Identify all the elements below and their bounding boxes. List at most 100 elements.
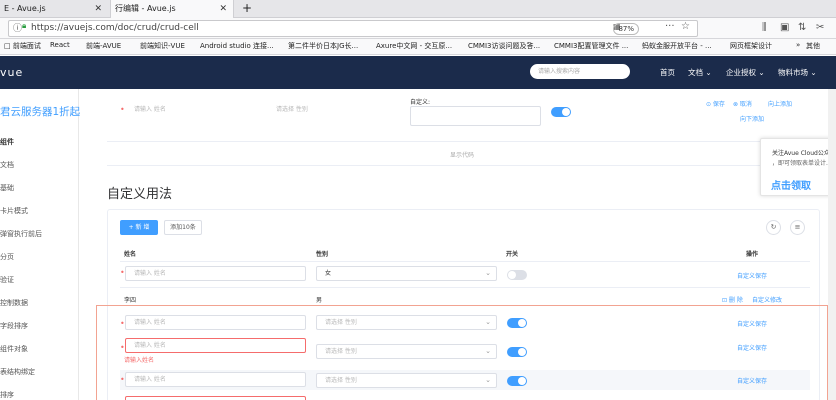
custom-save-link[interactable]: 自定义保存 — [737, 376, 767, 385]
required-star: • — [120, 319, 125, 328]
bookmark-item[interactable]: React — [50, 41, 70, 49]
url-text: https://avuejs.com/doc/crud/crud-cell — [31, 23, 199, 33]
sex-cell: 男 — [316, 297, 323, 304]
nav-item-market[interactable]: 物料市场 ⌄ — [778, 67, 817, 78]
sync-icon[interactable]: ⇅ — [798, 22, 806, 33]
bookmark-item[interactable]: Android studio 连接... — [200, 41, 274, 51]
name-cell: 李四 — [124, 297, 137, 304]
nav-item-home[interactable]: 首页 — [660, 67, 675, 78]
switch-toggle[interactable] — [507, 270, 527, 280]
sidebar-item[interactable]: 弹窗执行前后 — [0, 229, 42, 239]
sidebar-item[interactable]: 控制数据 — [0, 298, 28, 308]
add-button[interactable]: + 新 增 — [120, 220, 158, 235]
sidebar-item[interactable]: 组件对象 — [0, 344, 28, 354]
required-star: • — [120, 268, 125, 277]
zoom-level[interactable]: 87% — [613, 23, 639, 35]
custom-save-link[interactable]: 自定义保存 — [737, 271, 767, 280]
refresh-icon[interactable]: ↻ — [766, 220, 781, 235]
bookmark-item[interactable]: 网页框架设计 — [730, 41, 772, 51]
delete-link[interactable]: ⊡ 删 除 — [722, 295, 743, 304]
browser-tab-avue[interactable]: E - Avue.js ✕ — [0, 0, 108, 18]
address-bar[interactable]: ⓘ 🔒︎ https://avuejs.com/doc/crud/crud-ce… — [8, 20, 698, 37]
bookmark-item[interactable]: 前端-AVUE — [86, 41, 121, 51]
close-icon[interactable]: ✕ — [219, 0, 227, 18]
sidebar-item[interactable]: 卡片模式 — [0, 206, 28, 216]
bookmark-item[interactable]: CMMI3配置管理文件 ... — [554, 41, 628, 51]
required-star: • — [120, 343, 125, 352]
header-switch: 开关 — [506, 251, 519, 258]
sex-select[interactable]: 请选择 性别 — [268, 103, 398, 118]
bookmark-item[interactable]: 其他 — [806, 41, 820, 51]
sex-select[interactable]: 请选择 性别 ⌄ — [316, 315, 497, 330]
name-input[interactable] — [125, 396, 306, 400]
bookmark-item[interactable]: CMMI3访谈问题及答... — [468, 41, 540, 51]
bookmarks-bar: □ 前端面试 React 前端-AVUE 前端知识-VUE Android st… — [0, 39, 836, 55]
sidebar-section-title: 组件 — [0, 138, 14, 146]
custom-label: 自定义: — [410, 99, 431, 106]
bookmark-overflow-icon[interactable]: » — [796, 41, 800, 49]
cancel-link[interactable]: ⊗ 取消 — [733, 99, 752, 108]
name-input[interactable]: 请输入 姓名 — [125, 338, 306, 353]
switch-toggle[interactable] — [507, 347, 527, 357]
custom-save-link[interactable]: 自定义保存 — [737, 319, 767, 328]
sidebar-item[interactable]: 字段排序 — [0, 321, 28, 331]
site-logo[interactable]: vue — [0, 66, 23, 79]
bookmark-item[interactable]: □ 前端面试 — [4, 41, 41, 51]
sidebar-item[interactable]: 验证 — [0, 275, 14, 285]
browser-tab-active[interactable]: 行编辑 - Avue.js ✕ — [110, 0, 234, 18]
section-title: 自定义用法 — [107, 187, 173, 202]
sidebar-item[interactable]: 排序 — [0, 390, 14, 400]
more-icon[interactable]: ··· — [665, 21, 675, 32]
sidebar-item[interactable]: 分页 — [0, 252, 14, 262]
sex-placeholder: 请选择 性别 — [325, 319, 357, 326]
main-content: • 请输入 姓名 请选择 性别 自定义: ⊙ 保存 ⊗ 取消 向上添加 向下添加… — [80, 89, 836, 400]
insert-below-link[interactable]: 向下添加 — [740, 114, 764, 123]
scrollbar[interactable] — [828, 89, 836, 400]
name-input[interactable]: 请输入 姓名 — [126, 103, 256, 118]
chevron-down-icon: ⌄ — [485, 347, 491, 355]
sidebar-item[interactable]: 表结构绑定 — [0, 367, 35, 377]
sidebar-item[interactable]: 基础 — [0, 183, 14, 193]
switch-toggle[interactable] — [507, 376, 527, 386]
bookmark-item[interactable]: 第二件半价日本JG长... — [288, 41, 358, 51]
name-input[interactable]: 请输入 姓名 — [125, 372, 306, 387]
name-input[interactable]: 请输入 姓名 — [125, 315, 306, 330]
required-star: • — [120, 105, 125, 114]
bookmark-star-icon[interactable]: ☆ — [681, 21, 690, 32]
row-divider — [120, 287, 810, 288]
custom-save-link[interactable]: 自定义保存 — [737, 343, 767, 352]
sidebar-icon[interactable]: ▣ — [780, 22, 789, 33]
new-tab-icon[interactable]: + — [238, 0, 252, 17]
header-actions: 操作 — [746, 251, 759, 258]
settings-icon[interactable]: ≡ — [790, 220, 805, 235]
sex-select[interactable]: 女 ⌄ — [316, 266, 497, 281]
switch-toggle[interactable] — [551, 107, 571, 117]
sex-select[interactable]: 请选择 性别 ⌄ — [316, 373, 497, 388]
nav-item-docs[interactable]: 文档 ⌄ — [688, 67, 712, 78]
insert-above-link[interactable]: 向上添加 — [768, 99, 792, 108]
switch-toggle[interactable] — [507, 318, 527, 328]
sidebar-item[interactable]: 文档 — [0, 160, 14, 170]
bookmark-item[interactable]: Axure中文网 - 交互原... — [376, 41, 452, 51]
header-sex: 性别 — [316, 251, 329, 258]
close-icon[interactable]: ✕ — [94, 0, 102, 18]
name-input[interactable]: 请输入 姓名 — [125, 266, 306, 281]
chevron-down-icon: ⌄ — [485, 269, 491, 277]
sex-select[interactable]: 请选择 性别 ⌄ — [316, 344, 497, 359]
promo-banner[interactable]: 君云服务器1折起 — [0, 104, 80, 119]
validation-error: 请输入姓名 — [124, 357, 155, 364]
screenshot-icon[interactable]: ✂ — [816, 22, 824, 33]
sex-placeholder: 请选择 性别 — [325, 348, 357, 355]
custom-textarea[interactable] — [410, 106, 541, 126]
add-10-button[interactable]: 添加10条 — [164, 220, 202, 235]
custom-edit-link[interactable]: 自定义修改 — [752, 295, 782, 304]
bookmark-item[interactable]: 前端知识-VUE — [140, 41, 185, 51]
nav-item-enterprise[interactable]: 企业授权 ⌄ — [726, 67, 765, 78]
popup-cta-link[interactable]: 点击领取 — [771, 177, 811, 192]
required-star: • — [120, 375, 125, 384]
search-input[interactable]: 请输入搜索内容 — [530, 64, 630, 79]
popup-text: ，即可领取表单设计... — [772, 160, 832, 167]
save-link[interactable]: ⊙ 保存 — [706, 99, 725, 108]
library-icon[interactable]: ⫼ — [762, 22, 767, 33]
bookmark-item[interactable]: 蚂蚁金服开放平台 - ... — [642, 41, 712, 51]
